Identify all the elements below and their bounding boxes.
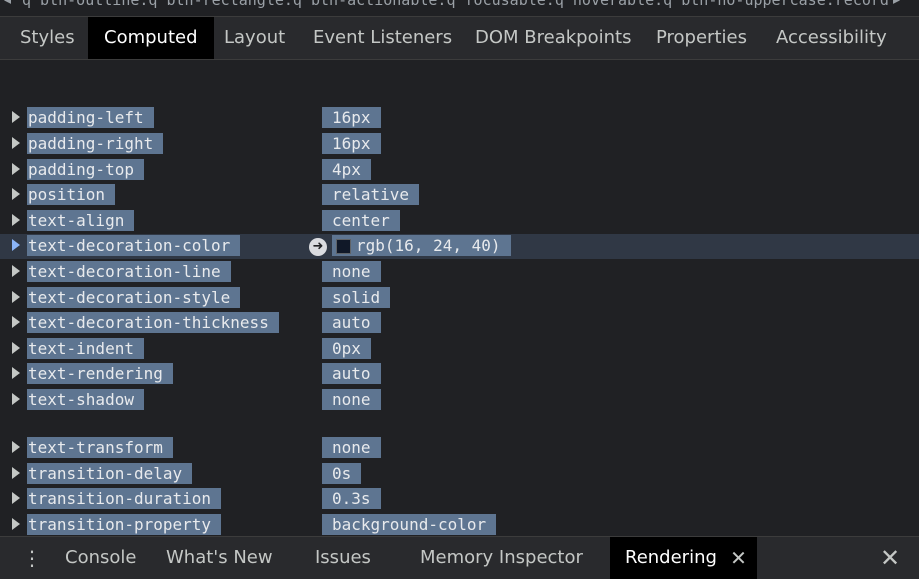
property-name: transition-delay (27, 463, 193, 484)
tab-console[interactable]: Console (50, 537, 151, 579)
property-row[interactable]: text-decoration-line none (0, 260, 919, 285)
property-name: padding-right (27, 133, 164, 154)
tab-whats-new[interactable]: What's New (151, 537, 288, 579)
property-value: solid (322, 287, 391, 308)
property-value: 16px (322, 133, 381, 154)
tab-rendering[interactable]: Rendering ✕ (610, 537, 757, 579)
property-name: text-decoration-thickness (27, 312, 279, 333)
property-name: text-decoration-line (27, 261, 231, 282)
tab-rendering-label: Rendering (625, 547, 717, 568)
expand-triangle-icon[interactable] (12, 291, 20, 303)
close-drawer-icon[interactable]: ✕ (880, 537, 900, 579)
tab-computed[interactable]: Computed (88, 17, 214, 59)
expand-triangle-icon[interactable] (12, 492, 20, 504)
property-value: 0s (322, 463, 362, 484)
property-value: auto (322, 363, 381, 384)
property-row[interactable]: text-align center (0, 209, 919, 234)
expand-triangle-icon[interactable] (12, 441, 20, 453)
property-row[interactable]: text-shadow none (0, 388, 919, 413)
property-row[interactable]: padding-top 4px (0, 158, 919, 183)
property-row[interactable]: text-decoration-style solid (0, 286, 919, 311)
property-name: text-indent (27, 338, 144, 359)
chevron-left-icon[interactable]: ◂ (4, 0, 11, 8)
color-swatch[interactable] (336, 239, 351, 254)
computed-properties-list: padding-left 16px padding-right 16px pad… (0, 60, 919, 536)
property-name: text-decoration-color (27, 235, 241, 256)
navigate-to-style-icon[interactable]: ➜ (309, 238, 327, 256)
tab-accessibility[interactable]: Accessibility (760, 17, 903, 59)
property-value: background-color (322, 514, 497, 535)
property-value: rgb(16, 24, 40) (332, 235, 511, 256)
tab-issues[interactable]: Issues (300, 537, 386, 579)
tab-dom-breakpoints[interactable]: DOM Breakpoints (459, 17, 647, 59)
property-name: transition-property (27, 514, 222, 535)
expand-triangle-icon[interactable] (12, 137, 20, 149)
property-name: position (27, 184, 116, 205)
property-row[interactable]: padding-right 16px (0, 132, 919, 157)
expand-triangle-icon[interactable] (12, 518, 20, 530)
property-row[interactable]: text-decoration-thickness auto (0, 311, 919, 336)
expand-triangle-icon[interactable] (12, 342, 20, 354)
property-row-selected[interactable]: text-decoration-color ➜ rgb(16, 24, 40) (0, 234, 919, 259)
property-value: 4px (322, 159, 371, 180)
property-row[interactable]: transition-duration 0.3s (0, 487, 919, 512)
property-name: text-align (27, 210, 135, 231)
property-name: text-decoration-style (27, 287, 241, 308)
property-value: 16px (322, 107, 381, 128)
breadcrumb-text[interactable]: q btn-outline.q btn-rectangle.q btn-acti… (22, 0, 889, 9)
expand-triangle-icon[interactable] (12, 265, 20, 277)
tab-layout[interactable]: Layout (208, 17, 301, 59)
expand-triangle-icon[interactable] (12, 111, 20, 123)
property-row[interactable]: text-indent 0px (0, 337, 919, 362)
property-value: none (322, 261, 381, 282)
expand-triangle-icon[interactable] (12, 393, 20, 405)
property-row[interactable]: text-rendering auto (0, 362, 919, 387)
expand-triangle-icon[interactable] (12, 467, 20, 479)
chevron-right-icon[interactable]: ▸ (893, 0, 900, 8)
property-row[interactable]: transition-delay 0s (0, 462, 919, 487)
expand-triangle-icon[interactable] (12, 188, 20, 200)
expand-triangle-icon[interactable] (12, 367, 20, 379)
property-value: auto (322, 312, 381, 333)
tab-styles[interactable]: Styles (4, 17, 91, 59)
property-name: padding-left (27, 107, 154, 128)
property-row[interactable]: text-transform none (0, 436, 919, 461)
property-name: text-shadow (27, 389, 144, 410)
property-name: padding-top (27, 159, 144, 180)
panel-tab-bar: Styles Computed Layout Event Listeners D… (0, 17, 919, 60)
property-value: 0.3s (322, 488, 381, 509)
property-row[interactable]: transition-property background-color (0, 513, 919, 536)
breadcrumb: ◂ q btn-outline.q btn-rectangle.q btn-ac… (0, 0, 919, 17)
property-name: transition-duration (27, 488, 222, 509)
tab-memory-inspector[interactable]: Memory Inspector (405, 537, 598, 579)
property-value: relative (322, 184, 420, 205)
close-tab-icon[interactable]: ✕ (730, 537, 747, 579)
property-row[interactable]: padding-left 16px (0, 106, 919, 131)
drawer-tab-bar: ⋮ Console What's New Issues Memory Inspe… (0, 536, 919, 579)
property-value: center (322, 210, 400, 231)
expand-triangle-icon[interactable] (12, 239, 20, 251)
tab-properties[interactable]: Properties (640, 17, 763, 59)
expand-triangle-icon[interactable] (12, 214, 20, 226)
property-value: none (322, 389, 381, 410)
property-value: 0px (322, 338, 371, 359)
property-value: none (322, 437, 381, 458)
expand-triangle-icon[interactable] (12, 163, 20, 175)
tab-event-listeners[interactable]: Event Listeners (297, 17, 468, 59)
property-name: text-rendering (27, 363, 173, 384)
expand-triangle-icon[interactable] (12, 316, 20, 328)
more-options-icon[interactable]: ⋮ (22, 548, 42, 568)
property-name: text-transform (27, 437, 173, 458)
property-row[interactable]: position relative (0, 183, 919, 208)
